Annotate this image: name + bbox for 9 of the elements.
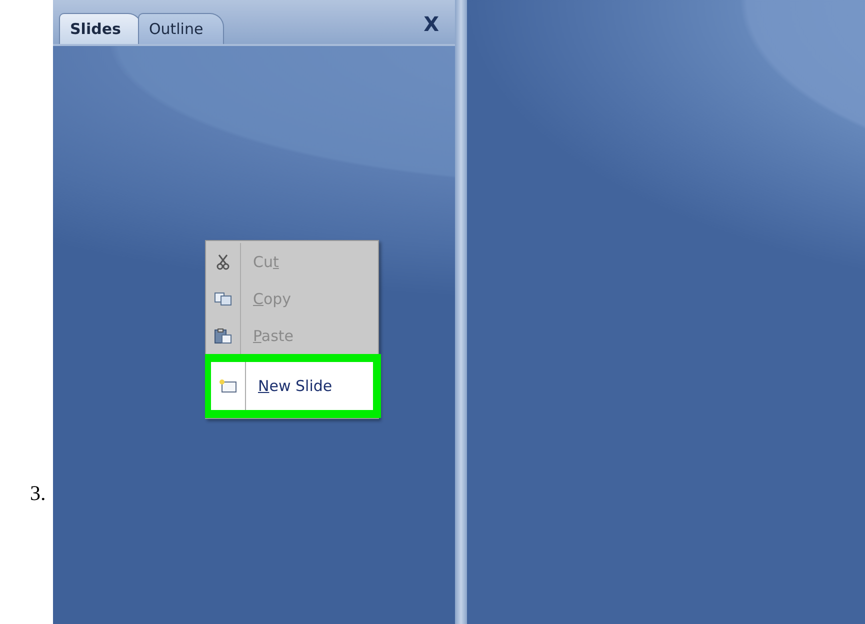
pane-tab[interactable]: Outline <box>138 13 224 44</box>
clipboard-icon <box>214 328 232 344</box>
close-button[interactable]: X <box>420 14 443 34</box>
menu-item[interactable]: New Slide <box>211 362 373 410</box>
copy-icon <box>214 292 232 306</box>
new-slide-icon <box>219 379 237 393</box>
scissors-icon <box>216 254 230 270</box>
pane-splitter[interactable] <box>455 0 467 624</box>
step-number: 3. <box>29 481 47 506</box>
